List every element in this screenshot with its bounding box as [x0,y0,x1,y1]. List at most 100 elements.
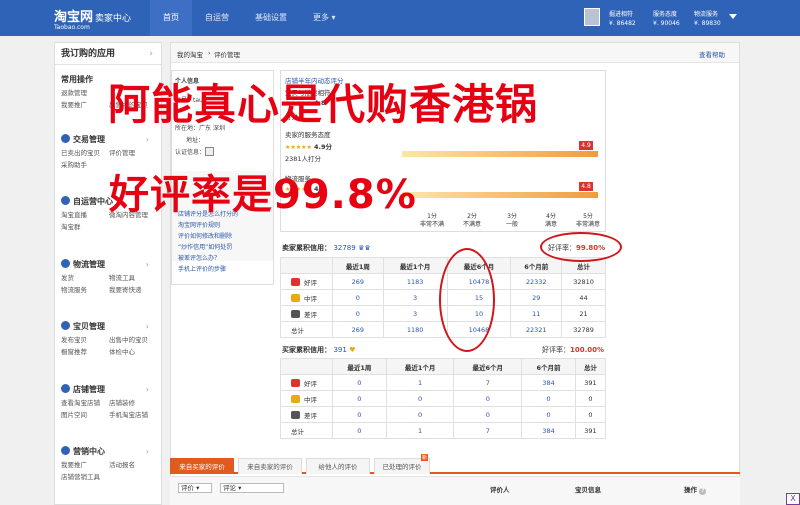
nav-home[interactable]: 首页 [150,0,192,36]
scale-text: 不满意 [462,221,481,228]
sidebar-item[interactable]: 店铺装修 [109,397,157,409]
sidebar-item[interactable]: 物流工具 [109,272,157,284]
sidebar-item[interactable]: 采购助手 [61,159,109,171]
table-row: 好评 0 1 7 384 391 [280,374,607,391]
tab-to-others[interactable]: 给他人的评价 [306,458,370,474]
table-cell[interactable]: 0 [453,406,523,423]
table-cell[interactable]: 0 [521,406,576,423]
logo-subtitle: 卖家中心 [95,14,132,24]
help-icon[interactable]: ? [699,488,707,495]
table-cell: 32810 [561,273,606,290]
nav-basic-settings[interactable]: 基础设置 [242,0,300,36]
chat-icon [61,196,70,205]
sidebar-item[interactable]: 退款管理 [61,87,109,99]
table-cell: 44 [561,289,606,306]
stat-label: 物流服务 [694,11,719,18]
breadcrumb-current: 评价管理 [214,51,240,59]
sidebar-item[interactable]: 体检中心 [109,346,157,358]
help-link-penalty[interactable]: “炒作信用”如何处罚 [178,242,232,251]
corner-x-icon[interactable]: X [786,493,800,505]
table-header: 6个月前 [510,257,563,274]
table-cell: 0 [574,390,607,407]
logo-text: 淘宝网 [54,10,94,25]
sidebar-item[interactable]: 我要寄快递 [109,284,157,296]
sidebar-item[interactable]: 我要推广 [61,99,109,111]
comment-select-value: 评论 [223,484,236,492]
highlight-ellipse-rate [540,232,622,262]
sidebar-item[interactable]: 淘宝群 [61,221,109,233]
sidebar-item[interactable]: 手机淘宝店铺 [109,409,157,421]
table-cell[interactable]: 7 [453,422,523,439]
table-cell[interactable]: 384 [521,374,576,391]
sidebar-item[interactable]: 评价管理 [109,147,157,159]
help-link[interactable]: 查看帮助 [699,49,725,59]
chevron-down-icon[interactable] [729,14,737,19]
table-cell[interactable]: 0 [332,390,387,407]
table-cell[interactable]: 22321 [510,321,563,338]
buyer-good-rate: 好评率：100.00% [542,345,604,355]
table-cell[interactable]: 7 [453,374,523,391]
table-cell[interactable]: 1 [385,374,455,391]
table-cell[interactable]: 0 [521,390,576,407]
col-operation: 操作 ? [684,484,707,495]
col-item-info: 宝贝信息 [575,486,601,494]
table-cell[interactable]: 1 [385,422,455,439]
trade-icon [61,134,70,143]
table-cell[interactable]: 0 [385,406,455,423]
tab-from-sellers[interactable]: 来自卖家的评价 [238,458,302,474]
table-cell[interactable]: 0 [332,406,387,423]
sidebar-item[interactable]: 图片空间 [61,409,109,421]
table-cell[interactable]: 22332 [510,273,563,290]
table-cell[interactable]: 11 [510,305,563,322]
table-cell[interactable]: 269 [332,321,384,338]
table-cell[interactable]: 1183 [382,273,448,290]
table-cell[interactable]: 3 [382,289,448,306]
good-review-icon [291,277,300,286]
table-cell[interactable]: 1180 [382,321,448,338]
sidebar-item[interactable]: 我要推广 [61,459,109,471]
table-cell[interactable]: 0 [332,305,384,322]
sidebar-item[interactable]: 物流服务 [61,284,109,296]
sidebar-item[interactable]: 店铺营销工具 [61,471,109,483]
table-cell[interactable]: 0 [332,422,387,439]
table-cell[interactable]: 0 [332,374,387,391]
table-cell[interactable]: 0 [385,390,455,407]
nav-self-operation[interactable]: 自运营 [192,0,242,36]
help-link-edit[interactable]: 评价如何修改和删除 [178,231,232,240]
table-cell[interactable]: 0 [453,390,523,407]
table-row: 中评 0 0 0 0 0 [280,390,607,407]
sidebar-item[interactable]: 已卖出的宝贝 [61,147,109,159]
scale-3: 3分 一般 [497,213,527,229]
taobao-logo[interactable]: 淘宝网 卖家中心 Taobao.com [54,6,131,31]
help-link-mobile[interactable]: 手机上评价的步骤 [178,264,226,273]
table-cell: 391 [574,374,607,391]
info-address: 地址： [186,137,205,144]
table-cell[interactable]: 384 [521,422,576,439]
breadcrumb-home[interactable]: 我的淘宝 [177,49,203,59]
comment-select[interactable]: 评论 ▾ [220,483,284,493]
user-info[interactable]: 掘进相符 ¥. 86482 [609,10,636,28]
section-marketing: 营销中心 › 我要推广 活动报名 店铺营销工具 [61,445,157,483]
sidebar-item[interactable]: 发布宝贝 [61,334,109,346]
scale-num: 5分 [583,213,593,220]
table-cell[interactable]: 3 [382,305,448,322]
help-link-bad-review[interactable]: 被差评怎么办？ [178,253,220,262]
sidebar-item[interactable]: 出售中的宝贝 [109,334,157,346]
sidebar-item[interactable]: 查看淘宝店铺 [61,397,109,409]
seller-credit-label: 卖家累积信用： [282,244,331,252]
help-link-rules[interactable]: 淘宝网评价规则 [178,220,220,229]
sidebar-item[interactable]: 活动报名 [109,459,157,471]
avatar[interactable] [584,8,600,26]
sidebar-title[interactable]: 我订购的应用 › [55,43,161,65]
table-cell[interactable]: 0 [332,289,384,306]
tab-from-buyers[interactable]: 来自买家的评价 [170,458,234,474]
table-cell[interactable]: 29 [510,289,563,306]
table-header: 总计 [574,358,607,375]
sidebar-item[interactable]: 发货 [61,272,109,284]
table-cell[interactable]: 269 [332,273,384,290]
rating-select[interactable]: 评价 ▾ [178,483,212,493]
sidebar-item[interactable]: 淘宝直播 [61,209,109,221]
nav-more[interactable]: 更多 ▾ [300,0,349,36]
table-header [280,358,333,375]
sidebar-item[interactable]: 橱窗推荐 [61,346,109,358]
